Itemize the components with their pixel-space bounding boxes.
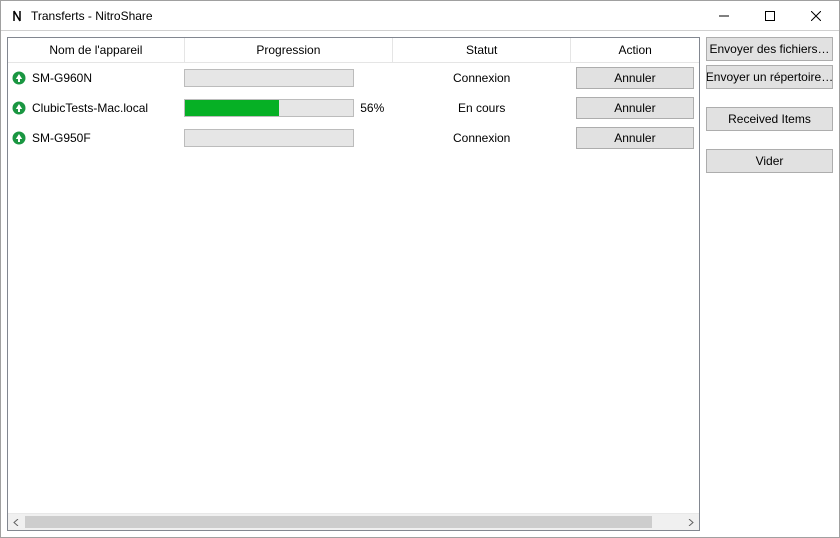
transfers-table: Nom de l'appareil Progression Statut Act… bbox=[8, 38, 699, 153]
device-cell: ClubicTests-Mac.local bbox=[8, 93, 184, 123]
upload-icon bbox=[12, 131, 26, 145]
cancel-button[interactable]: Annuler bbox=[576, 97, 694, 119]
sidebar-separator bbox=[706, 93, 833, 103]
column-header-status[interactable]: Statut bbox=[393, 38, 571, 62]
sidebar: Envoyer des fichiers… Envoyer un réperto… bbox=[706, 37, 833, 531]
column-header-action[interactable]: Action bbox=[571, 38, 699, 62]
scroll-left-arrow-icon[interactable] bbox=[8, 514, 25, 530]
device-cell: SM-G950F bbox=[8, 123, 184, 153]
device-name: SM-G950F bbox=[32, 131, 91, 145]
table-row[interactable]: SM-G950F ConnexionAnnuler bbox=[8, 123, 699, 153]
table-header-row: Nom de l'appareil Progression Statut Act… bbox=[8, 38, 699, 62]
transfers-table-wrapper: Nom de l'appareil Progression Statut Act… bbox=[8, 38, 699, 513]
cancel-button[interactable]: Annuler bbox=[576, 67, 694, 89]
app-icon bbox=[9, 8, 25, 24]
window-controls bbox=[701, 1, 839, 30]
content-area: Nom de l'appareil Progression Statut Act… bbox=[1, 31, 839, 537]
cancel-button[interactable]: Annuler bbox=[576, 127, 694, 149]
horizontal-scrollbar[interactable] bbox=[8, 513, 699, 530]
scroll-thumb[interactable] bbox=[25, 516, 652, 528]
clear-button[interactable]: Vider bbox=[706, 149, 833, 173]
send-files-button[interactable]: Envoyer des fichiers… bbox=[706, 37, 833, 61]
send-directory-button[interactable]: Envoyer un répertoire… bbox=[706, 65, 833, 89]
table-row[interactable]: SM-G960N ConnexionAnnuler bbox=[8, 62, 699, 93]
progress-bar bbox=[184, 69, 354, 87]
progress-cell: 56% bbox=[184, 93, 392, 123]
maximize-button[interactable] bbox=[747, 1, 793, 30]
minimize-button[interactable] bbox=[701, 1, 747, 30]
upload-icon bbox=[12, 71, 26, 85]
status-cell: En cours bbox=[393, 93, 571, 123]
table-row[interactable]: ClubicTests-Mac.local 56% En coursAnnuler bbox=[8, 93, 699, 123]
progress-bar bbox=[184, 129, 354, 147]
scroll-track[interactable] bbox=[25, 514, 682, 530]
status-cell: Connexion bbox=[393, 62, 571, 93]
progress-bar bbox=[184, 99, 354, 117]
close-button[interactable] bbox=[793, 1, 839, 30]
device-cell: SM-G960N bbox=[8, 63, 184, 93]
progress-cell bbox=[184, 63, 392, 93]
status-cell: Connexion bbox=[393, 123, 571, 153]
progress-fill bbox=[185, 100, 279, 116]
sidebar-separator bbox=[706, 135, 833, 145]
received-items-button[interactable]: Received Items bbox=[706, 107, 833, 131]
upload-icon bbox=[12, 101, 26, 115]
titlebar: Transferts - NitroShare bbox=[1, 1, 839, 31]
transfers-panel: Nom de l'appareil Progression Statut Act… bbox=[7, 37, 700, 531]
device-name: ClubicTests-Mac.local bbox=[32, 101, 148, 115]
window-title: Transferts - NitroShare bbox=[31, 9, 701, 23]
device-name: SM-G960N bbox=[32, 71, 92, 85]
scroll-right-arrow-icon[interactable] bbox=[682, 514, 699, 530]
progress-cell bbox=[184, 123, 392, 153]
column-header-progress[interactable]: Progression bbox=[184, 38, 392, 62]
window: Transferts - NitroShare bbox=[0, 0, 840, 538]
progress-label: 56% bbox=[360, 101, 384, 115]
column-header-device[interactable]: Nom de l'appareil bbox=[8, 38, 184, 62]
